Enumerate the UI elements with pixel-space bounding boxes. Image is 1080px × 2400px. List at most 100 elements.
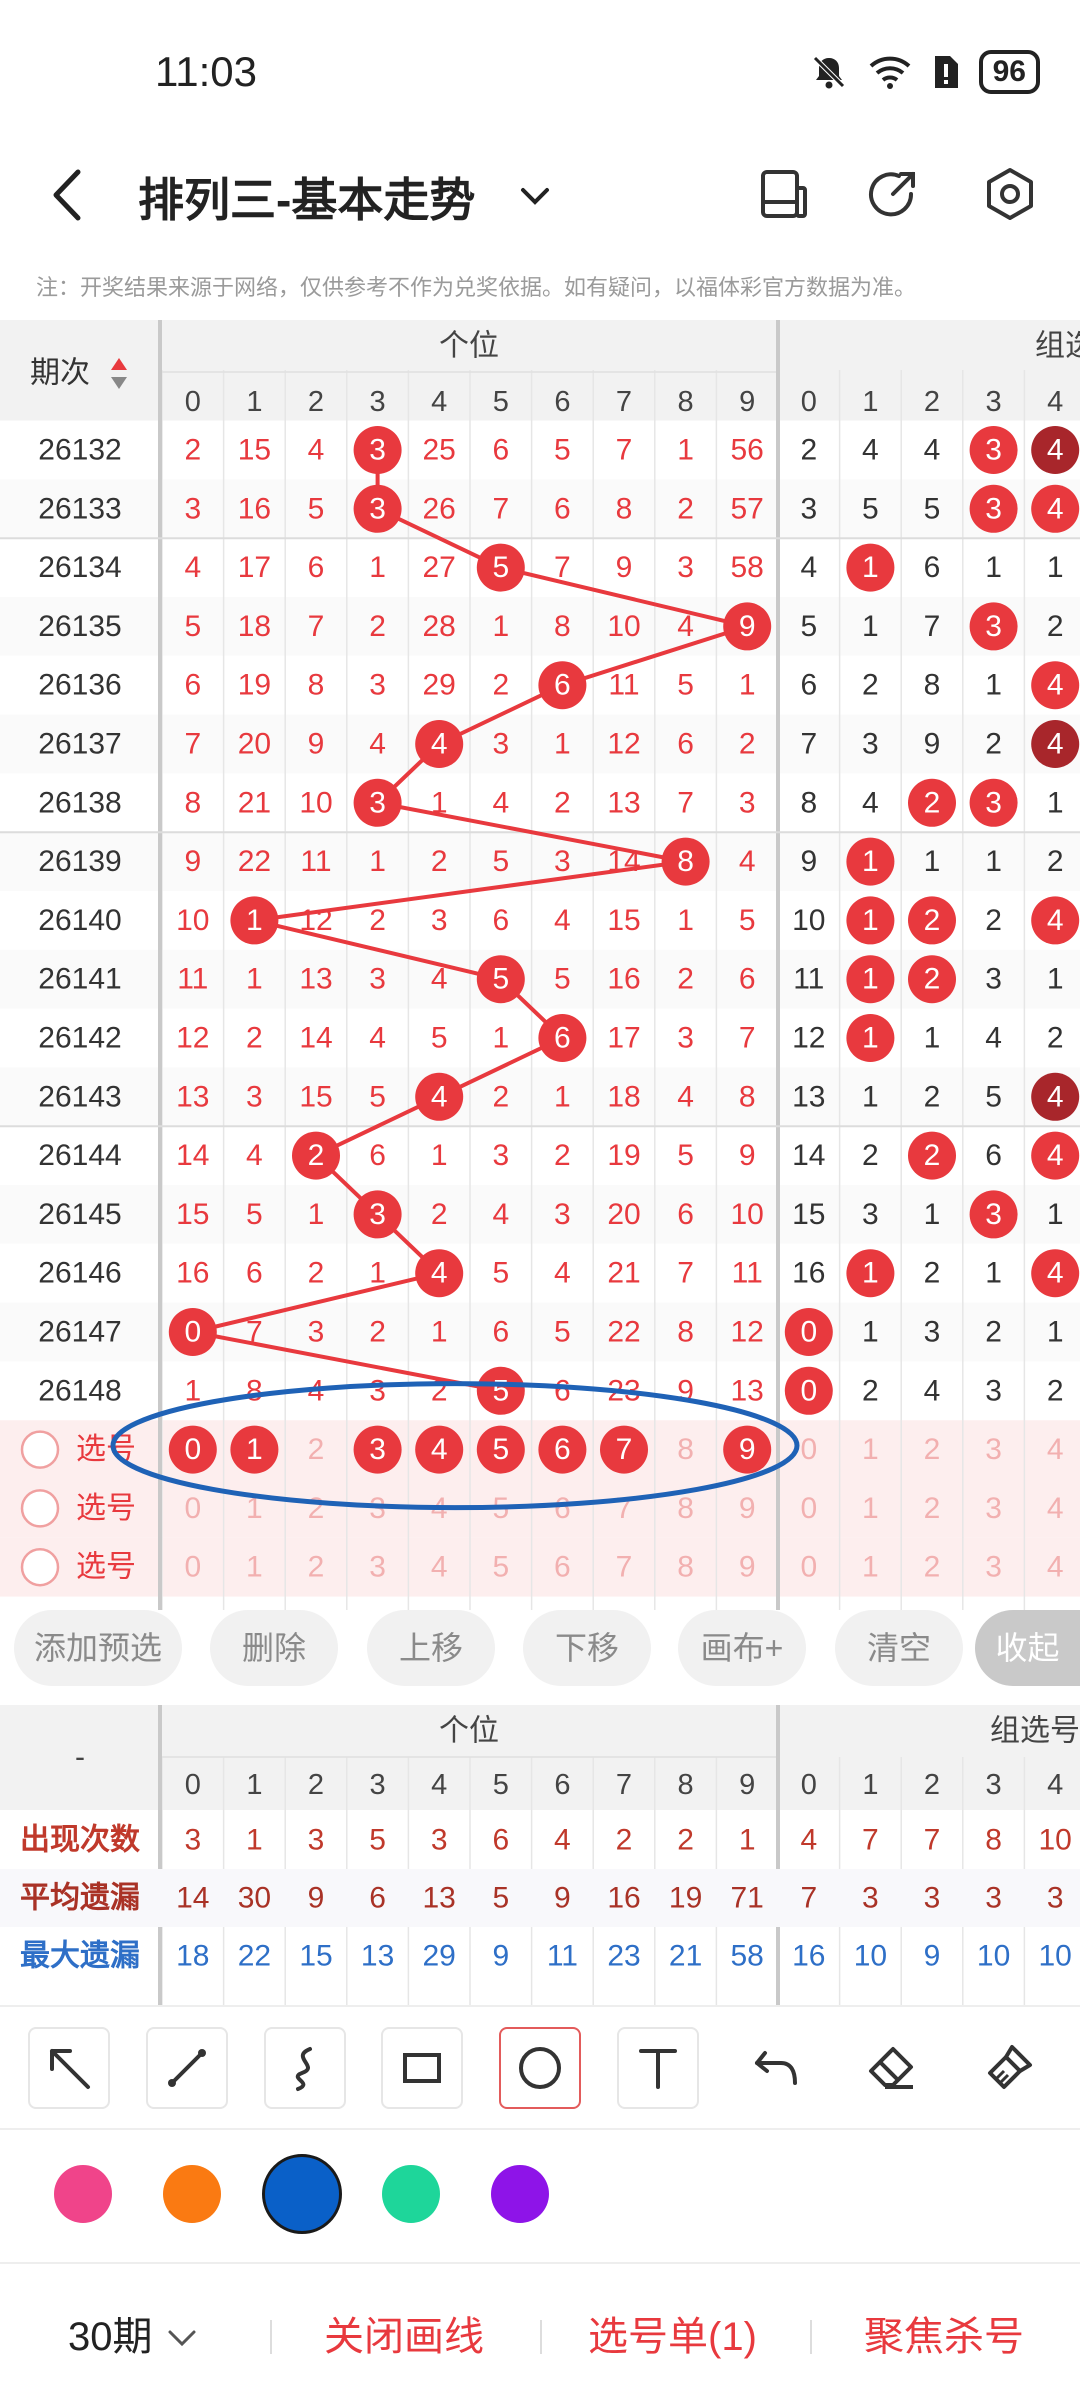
color-swatch-orange[interactable]	[163, 2165, 221, 2223]
close-drawing-button[interactable]: 关闭画线	[324, 2304, 484, 2362]
layout-toggle-icon[interactable]	[753, 164, 813, 224]
settings-icon[interactable]	[980, 164, 1040, 224]
chevron-down-icon[interactable]	[515, 176, 555, 216]
curve-tool[interactable]	[264, 2027, 346, 2109]
omission-cell: 2	[308, 1257, 325, 1290]
selectable-pick-digit: 4	[1047, 1433, 1064, 1466]
pick-omission-cell: 1	[862, 1080, 879, 1113]
page-title[interactable]: 排列三-基本走势	[138, 164, 475, 230]
clear-button[interactable]: 清空	[835, 1610, 963, 1686]
back-icon[interactable]	[40, 162, 100, 228]
delete-button[interactable]: 删除	[210, 1610, 338, 1686]
trend-table[interactable]: 期次个位组选号012345678901234261322154325657156…	[0, 320, 1080, 1610]
pick-omission-cell: 2	[862, 1374, 879, 1407]
omission-cell: 16	[176, 1257, 209, 1290]
focus-kill-button[interactable]: 聚焦杀号	[864, 2304, 1024, 2362]
omission-cell: 7	[739, 1022, 756, 1055]
omission-cell: 1	[369, 845, 386, 878]
pick-omission-cell: 1	[862, 1316, 879, 1349]
stats-value: 1	[739, 1824, 756, 1857]
selection-actions: 添加预选 删除 上移 下移 画布+ 清空 收起	[0, 1610, 1080, 1700]
pick-omission-cell: 6	[800, 669, 817, 702]
hit-ball-number: 5	[492, 551, 509, 584]
select-radio[interactable]	[20, 1430, 60, 1469]
omission-cell: 14	[607, 845, 640, 878]
stats-value: 13	[423, 1882, 456, 1915]
pick-omission-cell: 5	[985, 1080, 1002, 1113]
color-swatch-purple[interactable]	[491, 2165, 549, 2223]
period-selector[interactable]: 30期	[68, 2304, 200, 2362]
omission-cell: 28	[423, 610, 456, 643]
stats-value: 13	[361, 1940, 394, 1973]
select-radio[interactable]	[20, 1489, 60, 1528]
pick-hit-number: 1	[862, 1022, 879, 1055]
omission-cell: 10	[607, 610, 640, 643]
omission-cell: 2	[739, 728, 756, 761]
omission-cell: 1	[431, 1316, 448, 1349]
add-preselect-button[interactable]: 添加预选	[14, 1610, 182, 1686]
collapse-button[interactable]: 收起	[975, 1610, 1080, 1686]
pick-digit-header: 4	[1047, 386, 1063, 418]
arrow-tool[interactable]	[28, 2027, 110, 2109]
hit-ball-number: 1	[246, 904, 263, 937]
omission-cell: 4	[492, 1198, 509, 1231]
omission-cell: 3	[739, 786, 756, 819]
omission-cell: 6	[308, 551, 325, 584]
circle-tool[interactable]	[499, 2027, 581, 2109]
selectable-digit: 2	[308, 1492, 325, 1525]
stats-pick-value: 10	[1039, 1824, 1072, 1857]
divider	[810, 2320, 812, 2354]
pick-omission-cell: 2	[1047, 1374, 1064, 1407]
omission-cell: 1	[677, 434, 694, 467]
color-swatch-blue-selected[interactable]	[262, 2154, 342, 2234]
selectable-pick-digit: 0	[800, 1492, 817, 1525]
mute-bell-icon	[812, 56, 845, 89]
rectangle-tool[interactable]	[381, 2027, 463, 2109]
eraser-tool[interactable]	[851, 2027, 933, 2109]
digit-header: 5	[493, 386, 509, 418]
selected-digit-number: 9	[739, 1433, 756, 1466]
omission-cell: 15	[607, 904, 640, 937]
pick-omission-cell: 4	[800, 551, 817, 584]
omission-cell: 5	[246, 1198, 263, 1231]
share-icon[interactable]	[863, 164, 923, 224]
pick-list-button[interactable]: 选号单(1)	[588, 2304, 757, 2362]
pick-omission-cell: 11	[793, 963, 824, 996]
omission-cell: 1	[246, 963, 263, 996]
stats-pick-digit-header: 1	[862, 1769, 878, 1801]
color-swatch-green[interactable]	[382, 2165, 440, 2223]
omission-cell: 2	[554, 786, 571, 819]
move-up-button[interactable]: 上移	[367, 1610, 495, 1686]
selectable-digit: 8	[677, 1433, 694, 1466]
undo-tool[interactable]	[735, 2027, 817, 2109]
move-down-button[interactable]: 下移	[523, 1610, 651, 1686]
stats-row-label: 平均遗漏	[20, 1882, 140, 1915]
clear-canvas-tool[interactable]	[968, 2027, 1050, 2109]
pick-omission-cell: 6	[924, 551, 941, 584]
selectable-pick-digit: 2	[924, 1433, 941, 1466]
omission-cell: 6	[677, 1198, 694, 1231]
omission-cell: 4	[431, 963, 448, 996]
pick-group-header: 组选号	[1035, 330, 1080, 363]
stats-pick-value: 10	[854, 1940, 887, 1973]
pick-omission-cell: 1	[1047, 1198, 1064, 1231]
line-tool[interactable]	[146, 2027, 228, 2109]
omission-cell: 17	[607, 1022, 640, 1055]
pick-omission-cell: 2	[800, 434, 817, 467]
omission-cell: 2	[184, 434, 201, 467]
stats-value: 14	[176, 1882, 209, 1915]
omission-cell: 15	[238, 434, 271, 467]
pick-omission-cell: 3	[924, 1316, 941, 1349]
select-radio[interactable]	[20, 1547, 60, 1587]
omission-cell: 5	[554, 963, 571, 996]
omission-cell: 21	[238, 786, 271, 819]
digit-header: 6	[554, 386, 570, 418]
clear-brush-icon	[988, 2045, 1032, 2089]
canvas-plus-button[interactable]: 画布+	[678, 1610, 806, 1686]
text-tool[interactable]	[617, 2027, 699, 2109]
omission-cell: 6	[554, 492, 571, 525]
color-swatch-pink[interactable]	[54, 2165, 112, 2223]
pick-omission-cell: 9	[924, 728, 941, 761]
pick-digit-header: 3	[986, 386, 1002, 418]
stats-table: -个位 组选号0 1 2 3 4 5 6 7 8 9 0 1 2 3 4出现次数 3 1 3 5 3 6 4 2 2 1 4 7 7 8 1…	[0, 1705, 1080, 2005]
